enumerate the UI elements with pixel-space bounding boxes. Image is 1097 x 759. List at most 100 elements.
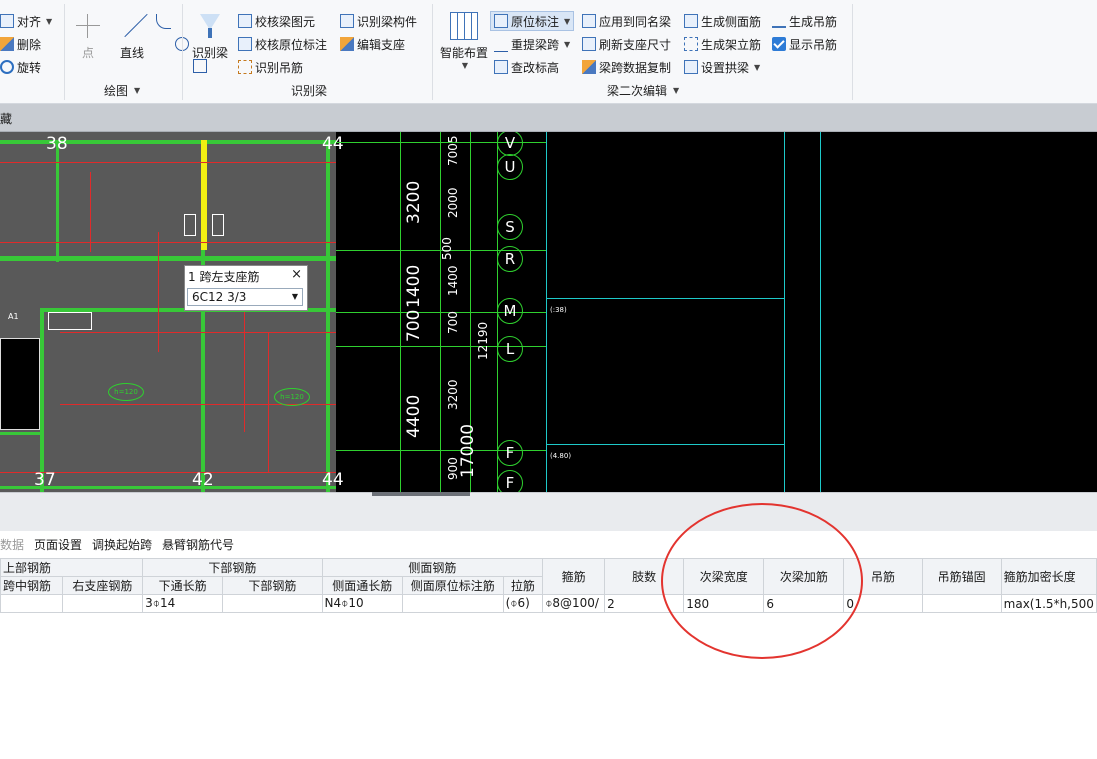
canvas-scrollbar-thumb[interactable] <box>372 492 470 496</box>
rebar-line <box>268 332 269 472</box>
beam-span-table: 上部钢筋 下部钢筋 侧面钢筋 箍筋 肢数 次梁宽度 次梁加筋 吊筋 吊筋锚固 箍… <box>0 558 1097 613</box>
refresh-icon <box>582 37 596 51</box>
axis-number: 44 <box>322 470 344 490</box>
axis-letter: L <box>497 336 523 362</box>
line-button[interactable]: 直线 <box>118 12 148 61</box>
table-cell[interactable]: (⌽6) <box>502 594 544 613</box>
section-line <box>546 444 784 445</box>
refresh-support-button[interactable]: 刷新支座尺寸 <box>582 35 671 53</box>
rotate-button[interactable]: 旋转 <box>0 58 41 76</box>
in-situ-edit-popup[interactable]: 1 跨左支座筋 × 6C12 3/3 ▼ <box>184 265 308 311</box>
wall-opening <box>184 214 196 236</box>
panel-splitter[interactable] <box>0 492 1097 531</box>
chevron-down-icon[interactable]: ▼ <box>292 289 298 305</box>
rebar-line <box>244 312 245 432</box>
header-bottom-through: 下通长筋 <box>142 576 224 595</box>
support-rebar-input[interactable]: 6C12 3/3 ▼ <box>187 288 303 306</box>
pencil-icon <box>340 37 354 51</box>
erection-bars-icon <box>684 37 698 51</box>
dimension-text: 3200 <box>446 379 460 410</box>
header-stirrup: 箍筋 <box>542 558 606 595</box>
gen-hanger-button[interactable]: 生成吊筋 <box>772 12 837 30</box>
dimension-text: 900 <box>446 457 460 480</box>
edit-support-button[interactable]: 编辑支座 <box>340 35 405 53</box>
axis-letter: U <box>497 154 523 180</box>
gen-side-bars-button[interactable]: 生成侧面筋 <box>684 12 761 30</box>
rectangle-icon[interactable] <box>192 59 207 73</box>
header-hanger-anchor: 吊筋锚固 <box>921 558 1002 595</box>
chevron-down-icon: ▼ <box>134 86 141 95</box>
selected-beam[interactable] <box>201 140 207 250</box>
delete-button[interactable]: 删除 <box>0 35 41 53</box>
dimension-text: 500 <box>440 237 454 260</box>
gen-erection-bars-button[interactable]: 生成架立筋 <box>684 35 761 53</box>
header-bottom-bars: 下部钢筋 <box>222 576 323 595</box>
wall-line <box>56 140 59 262</box>
table-cell[interactable] <box>401 594 504 613</box>
apply-same-name-button[interactable]: 应用到同名梁 <box>582 12 671 30</box>
funnel-icon <box>238 37 252 51</box>
section-mark: (:38) <box>550 306 567 314</box>
side-bars-icon <box>684 14 698 28</box>
axis-letter: F <box>497 470 523 492</box>
group-separator <box>852 4 853 100</box>
axis-number: 44 <box>322 134 344 154</box>
check-in-situ-marks-button[interactable]: 校核原位标注 <box>238 35 327 53</box>
identify-hanger-button[interactable]: 识别吊筋 <box>238 58 303 76</box>
rebar-line <box>0 162 336 163</box>
table-cell[interactable]: max(1.5*h,500 <box>1000 594 1097 613</box>
check-elevation-button[interactable]: 查改标高 <box>494 58 559 76</box>
funnel-icon <box>196 12 224 40</box>
table-cell[interactable]: 3⌽14 <box>142 594 224 613</box>
table-cell[interactable] <box>61 594 144 613</box>
table-cell[interactable]: N4⌽10 <box>321 594 403 613</box>
table-cell[interactable] <box>222 594 323 613</box>
close-icon[interactable]: × <box>291 267 302 282</box>
ribbon-toolbar: 对齐 ▼ 删除 旋转 点 直线 绘图 ▼ 识别梁 校核梁图元 校核原位标注 识别… <box>0 0 1097 104</box>
point-button[interactable]: 点 <box>74 12 102 61</box>
identify-beam-button[interactable]: 识别梁 <box>192 12 228 61</box>
line-icon <box>118 12 148 40</box>
slab-thickness-label: h=120 <box>108 383 144 401</box>
secondary-edit-group-label[interactable]: 梁二次编辑 ▼ <box>607 82 679 99</box>
header-stirrup-dense-length: 箍筋加密长度 <box>1000 558 1097 595</box>
identify-beam-members-button[interactable]: 识别梁构件 <box>340 12 417 30</box>
rotate-icon <box>0 60 14 74</box>
table-cell[interactable] <box>921 594 1002 613</box>
arc-icon[interactable] <box>156 14 171 29</box>
plan-mark: A1 <box>8 312 19 321</box>
in-situ-mark-button[interactable]: 原位标注 ▼ <box>490 11 575 31</box>
data-button[interactable]: 数据 <box>0 536 24 554</box>
axis-letter: R <box>497 246 523 272</box>
dimension-text: 7005 <box>446 135 460 166</box>
align-button[interactable]: 对齐 ▼ <box>0 12 52 30</box>
page-setup-button[interactable]: 页面设置 <box>34 536 82 554</box>
rebar-line <box>158 232 159 352</box>
funnel-icon <box>238 14 252 28</box>
header-side-in-situ: 侧面原位标注筋 <box>401 576 504 595</box>
draw-group-label[interactable]: 绘图 ▼ <box>104 82 140 99</box>
axis-letter: F <box>497 440 523 466</box>
table-cell[interactable]: ⌽8@100/ <box>542 594 606 613</box>
copy-icon <box>582 60 596 74</box>
dimension-text: 1400 <box>446 265 460 296</box>
axis-letter: V <box>497 132 523 156</box>
drawing-canvas[interactable]: A1 h=120 h=120 38 44 37 42 44 3200 1400 … <box>0 132 1097 492</box>
check-beam-elements-button[interactable]: 校核梁图元 <box>238 12 315 30</box>
apply-icon <box>582 14 596 28</box>
swap-start-span-button[interactable]: 调换起始跨 <box>92 536 152 554</box>
point-icon <box>74 12 102 40</box>
set-arch-button[interactable]: 设置拱梁 ▼ <box>684 58 760 76</box>
smart-layout-button[interactable]: 智能布置 ▼ <box>440 12 488 70</box>
span-data-copy-button[interactable]: 梁跨数据复制 <box>582 58 671 76</box>
dimension-text: 17000 <box>458 423 478 478</box>
relift-span-button[interactable]: 重提梁跨 ▼ <box>494 35 570 53</box>
cantilever-code-button[interactable]: 悬臂钢筋代号 <box>162 536 234 554</box>
checkbox-checked-icon <box>772 37 786 51</box>
header-bottom-rebar: 下部钢筋 <box>142 558 323 577</box>
dimension-text: 700 <box>446 311 460 334</box>
tab-label[interactable]: 藏 <box>0 110 12 127</box>
table-cell[interactable] <box>0 594 63 613</box>
header-side-rebar: 侧面钢筋 <box>321 558 544 577</box>
show-hanger-checkbox[interactable]: 显示吊筋 <box>772 35 837 53</box>
